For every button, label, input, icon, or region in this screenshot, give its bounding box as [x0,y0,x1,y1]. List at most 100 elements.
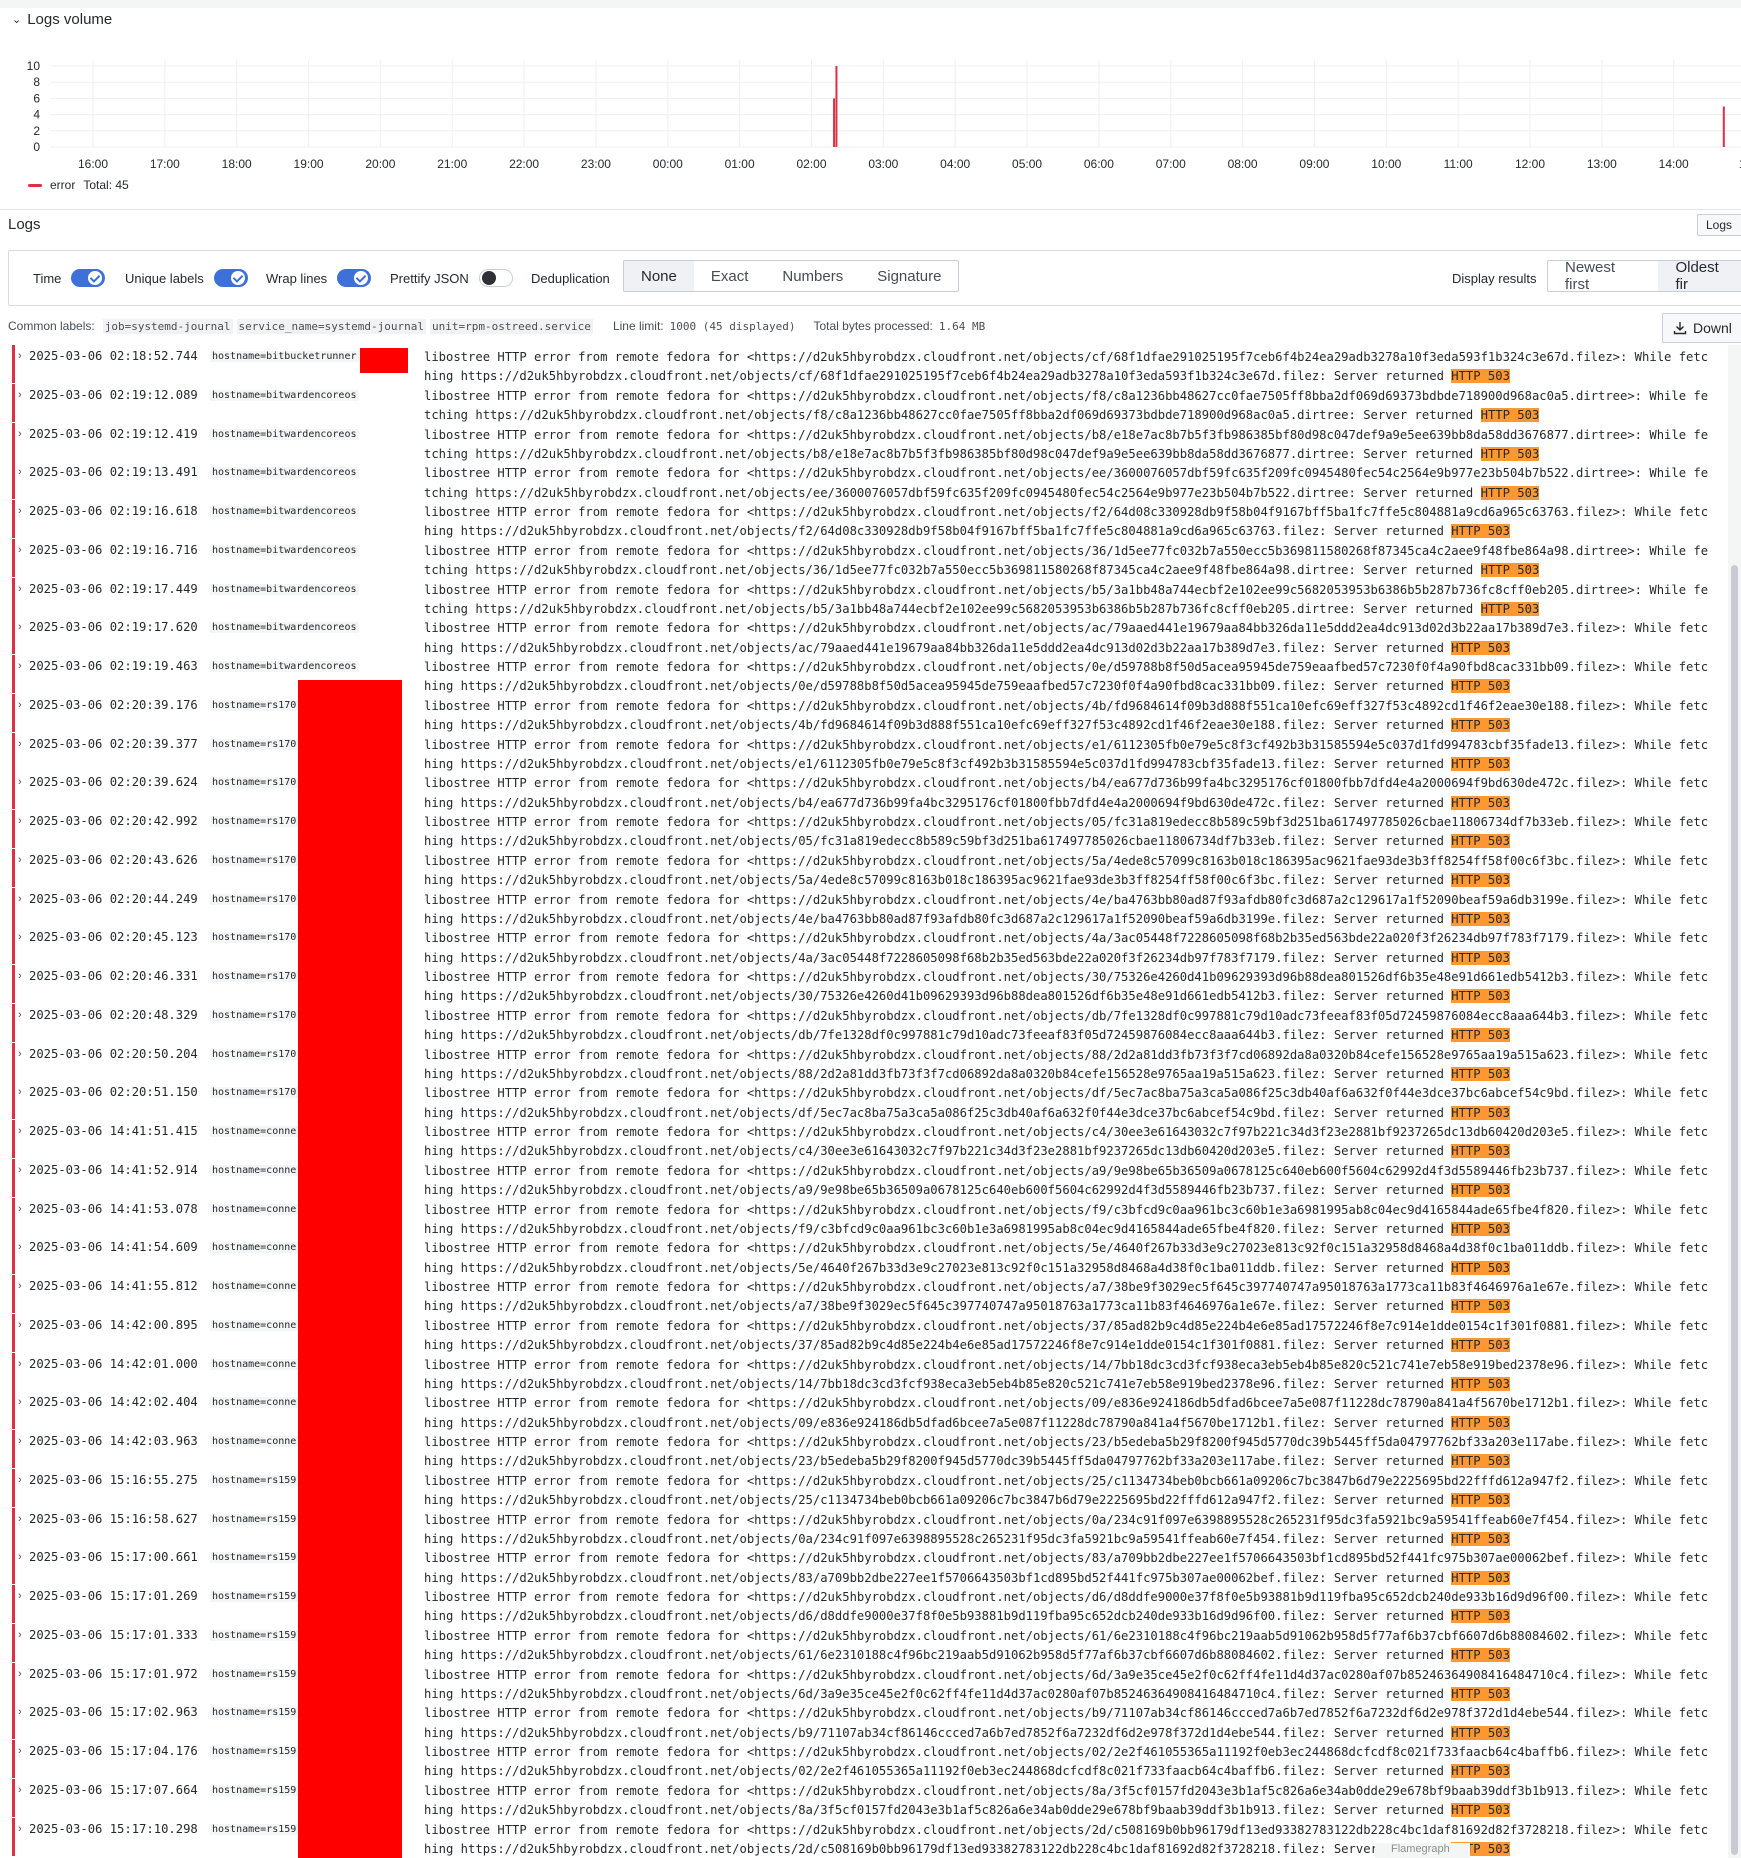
sort-oldest-first[interactable]: Oldest fir [1658,259,1741,293]
expand-chevron-icon[interactable]: › [18,1590,22,1602]
log-row[interactable]: › 2025-03-06 15:17:02.963 hostname=rs159 li… [12,1701,1712,1740]
log-row[interactable]: › 2025-03-06 14:42:03.963 hostname=conne li… [12,1430,1712,1469]
expand-chevron-icon[interactable]: › [18,1164,22,1176]
dedup-signature[interactable]: Signature [860,261,958,291]
expand-chevron-icon[interactable]: › [18,1435,22,1447]
log-row[interactable]: › 2025-03-06 02:20:42.992 hostname=rs170 li… [12,810,1712,849]
log-row[interactable]: › 2025-03-06 15:16:55.275 hostname=rs159 li… [12,1468,1712,1508]
log-row[interactable]: › 2025-03-06 02:19:13.491 hostname=bitward… [12,461,1712,500]
expand-chevron-icon[interactable]: › [18,544,22,556]
log-row[interactable]: › 2025-03-06 02:19:16.716 hostname=bitward… [12,538,1712,578]
expand-chevron-icon[interactable]: › [18,815,22,827]
expand-chevron-icon[interactable]: › [18,1280,22,1292]
expand-chevron-icon[interactable]: › [18,931,22,943]
expand-chevron-icon[interactable]: › [18,1241,22,1253]
dedup-numbers[interactable]: Numbers [765,261,860,291]
log-row[interactable]: › 2025-03-06 02:20:43.626 hostname=rs170 li… [12,848,1712,888]
time-option[interactable]: Time [33,251,106,305]
prettify-json-option[interactable]: Prettify JSON [390,251,513,305]
log-row[interactable]: › 2025-03-06 15:17:07.664 hostname=rs159 li… [12,1778,1712,1818]
error-bar[interactable] [835,66,838,147]
expand-chevron-icon[interactable]: › [18,699,22,711]
wrap-lines-option[interactable]: Wrap lines [266,251,372,305]
log-row[interactable]: › 2025-03-06 02:19:12.089 hostname=bitward… [12,383,1712,423]
wrap-lines-toggle[interactable] [337,269,372,287]
log-row[interactable]: › 2025-03-06 02:19:17.449 hostname=bitward… [12,577,1712,617]
log-row[interactable]: › 2025-03-06 15:17:04.176 hostname=rs159 li… [12,1740,1712,1779]
log-scrollbar[interactable] [1728,345,1741,1858]
expand-chevron-icon[interactable]: › [18,1358,22,1370]
log-row[interactable]: › 2025-03-06 15:17:00.661 hostname=rs159 li… [12,1546,1712,1585]
log-row[interactable]: › 2025-03-06 15:17:01.972 hostname=rs159 li… [12,1662,1712,1702]
expand-chevron-icon[interactable]: › [18,1048,22,1060]
log-row[interactable]: › 2025-03-06 14:41:52.914 hostname=conne li… [12,1158,1712,1198]
expand-chevron-icon[interactable]: › [18,1551,22,1563]
expand-chevron-icon[interactable]: › [18,738,22,750]
log-row[interactable]: › 2025-03-06 15:17:01.333 hostname=rs159 li… [12,1623,1712,1663]
log-row[interactable]: › 2025-03-06 02:20:39.377 hostname=rs170 li… [12,732,1712,772]
logs-view-button[interactable]: Logs [1697,214,1741,236]
expand-chevron-icon[interactable]: › [18,1629,22,1641]
log-row[interactable]: › 2025-03-06 14:42:00.895 hostname=conne li… [12,1313,1712,1353]
expand-chevron-icon[interactable]: › [18,1513,22,1525]
flamegraph-tab[interactable]: Flamegraph [1375,1843,1470,1858]
log-row[interactable]: › 2025-03-06 02:19:12.419 hostname=bitward… [12,422,1712,462]
expand-chevron-icon[interactable]: › [18,1706,22,1718]
expand-chevron-icon[interactable]: › [18,776,22,788]
log-row[interactable]: › 2025-03-06 15:16:58.627 hostname=rs159 li… [12,1507,1712,1547]
expand-chevron-icon[interactable]: › [18,621,22,633]
log-row[interactable]: › 2025-03-06 02:18:52.744 hostname=bitbuck… [12,345,1712,384]
dedup-none[interactable]: None [624,261,694,291]
scrollbar-thumb[interactable] [1731,565,1738,1855]
time-toggle[interactable] [71,269,106,287]
expand-chevron-icon[interactable]: › [18,1396,22,1408]
prettify-json-toggle[interactable] [478,269,513,287]
log-row[interactable]: › 2025-03-06 02:20:46.331 hostname=rs170 li… [12,965,1712,1004]
sort-newest-first[interactable]: Newest first [1548,259,1658,293]
expand-chevron-icon[interactable]: › [18,389,22,401]
log-row[interactable]: › 2025-03-06 02:20:48.329 hostname=rs170 li… [12,1003,1712,1043]
expand-chevron-icon[interactable]: › [18,1784,22,1796]
log-row[interactable]: › 2025-03-06 02:20:39.624 hostname=rs170 li… [12,771,1712,810]
log-row[interactable]: › 2025-03-06 02:20:39.176 hostname=rs170 li… [12,693,1712,733]
expand-chevron-icon[interactable]: › [18,466,22,478]
expand-chevron-icon[interactable]: › [18,583,22,595]
expand-chevron-icon[interactable]: › [18,1745,22,1757]
expand-chevron-icon[interactable]: › [18,1009,22,1021]
expand-chevron-icon[interactable]: › [18,893,22,905]
log-row[interactable]: › 2025-03-06 02:19:16.618 hostname=bitward… [12,500,1712,539]
log-row[interactable]: › 2025-03-06 02:19:19.463 hostname=bitward… [12,655,1712,694]
log-row[interactable]: › 2025-03-06 14:42:02.404 hostname=conne li… [12,1391,1712,1430]
expand-chevron-icon[interactable]: › [18,1474,22,1486]
download-button[interactable]: Downl [1662,313,1741,343]
expand-chevron-icon[interactable]: › [18,970,22,982]
error-bar[interactable] [833,98,836,147]
log-row[interactable]: › 2025-03-06 02:19:17.620 hostname=bitward… [12,616,1712,655]
expand-chevron-icon[interactable]: › [18,660,22,672]
log-row[interactable]: › 2025-03-06 14:41:53.078 hostname=conne li… [12,1197,1712,1237]
expand-chevron-icon[interactable]: › [18,1319,22,1331]
chart-legend[interactable]: error Total: 45 [28,178,129,192]
log-row[interactable]: › 2025-03-06 14:41:51.415 hostname=conne li… [12,1120,1712,1159]
log-row[interactable]: › 2025-03-06 02:20:50.204 hostname=rs170 li… [12,1042,1712,1082]
error-bar[interactable] [1722,106,1725,148]
log-row[interactable]: › 2025-03-06 02:20:44.249 hostname=rs170 li… [12,887,1712,927]
logs-volume-header[interactable]: ⌄ Logs volume [12,8,112,30]
expand-chevron-icon[interactable]: › [18,505,22,517]
log-row[interactable]: › 2025-03-06 14:41:55.812 hostname=conne li… [12,1275,1712,1314]
expand-chevron-icon[interactable]: › [18,1125,22,1137]
log-row[interactable]: › 2025-03-06 14:41:54.609 hostname=conne li… [12,1236,1712,1275]
expand-chevron-icon[interactable]: › [18,1823,22,1835]
log-row[interactable]: › 2025-03-06 02:20:45.123 hostname=rs170 li… [12,926,1712,965]
expand-chevron-icon[interactable]: › [18,1086,22,1098]
log-row[interactable]: › 2025-03-06 14:42:01.000 hostname=conne li… [12,1352,1712,1392]
log-row[interactable]: › 2025-03-06 02:20:51.150 hostname=rs170 li… [12,1081,1712,1120]
expand-chevron-icon[interactable]: › [18,428,22,440]
dedup-exact[interactable]: Exact [694,261,766,291]
log-row[interactable]: › 2025-03-06 15:17:01.269 hostname=rs159 li… [12,1585,1712,1624]
unique-labels-option[interactable]: Unique labels [125,251,248,305]
expand-chevron-icon[interactable]: › [18,854,22,866]
expand-chevron-icon[interactable]: › [18,1668,22,1680]
expand-chevron-icon[interactable]: › [18,1203,22,1215]
expand-chevron-icon[interactable]: › [18,350,22,362]
